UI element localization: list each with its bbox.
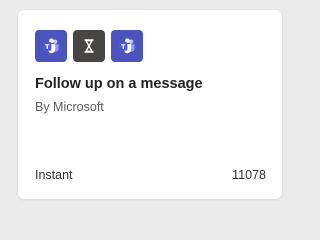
card-title: Follow up on a message: [35, 76, 203, 92]
usage-count: 11078: [232, 168, 266, 182]
template-card[interactable]: Follow up on a message By Microsoft Inst…: [18, 10, 282, 199]
card-footer: Instant 11078: [35, 168, 266, 182]
delay-icon: [73, 30, 105, 62]
teams-icon: [35, 30, 67, 62]
teams-icon: [111, 30, 143, 62]
connector-icons: [35, 30, 143, 62]
trigger-type-label: Instant: [35, 168, 73, 182]
card-publisher: By Microsoft: [35, 100, 104, 114]
